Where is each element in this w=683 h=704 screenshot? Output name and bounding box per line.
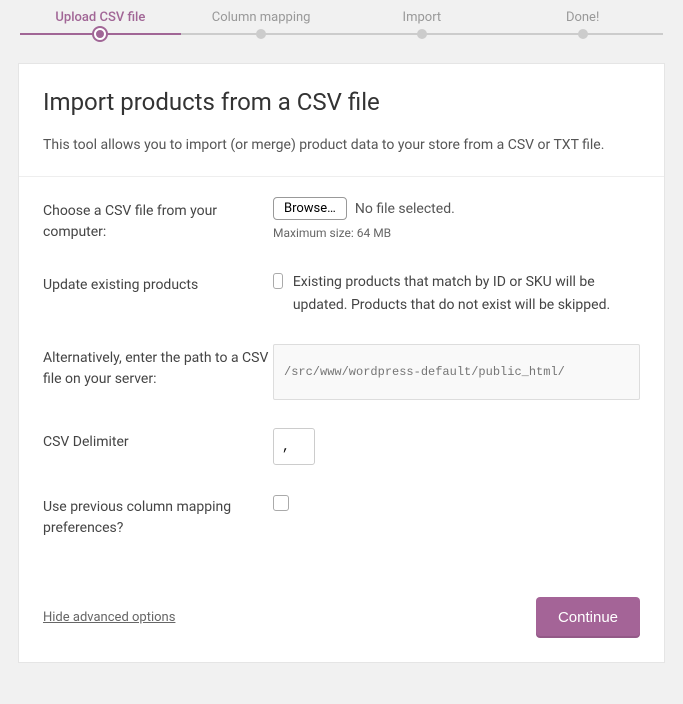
server-path-input[interactable] [273, 344, 640, 400]
row-delimiter: CSV Delimiter [43, 428, 640, 465]
panel-footer: Hide advanced options Continue [19, 577, 664, 662]
continue-button[interactable]: Continue [536, 597, 640, 638]
row-choose-file: Choose a CSV file from your computer: Br… [43, 197, 640, 243]
progress-step-import: Import [342, 10, 503, 43]
update-existing-label: Update existing products [43, 271, 273, 296]
progress-step-upload: Upload CSV file [20, 10, 181, 43]
row-update-existing: Update existing products Existing produc… [43, 271, 640, 316]
page-title: Import products from a CSV file [43, 88, 640, 116]
row-server-path: Alternatively, enter the path to a CSV f… [43, 344, 640, 400]
progress-step-label: Done! [566, 10, 599, 25]
delimiter-label: CSV Delimiter [43, 428, 273, 453]
delimiter-input[interactable] [273, 428, 315, 465]
file-status: No file selected. [355, 201, 455, 217]
progress-step-label: Column mapping [212, 10, 311, 25]
progress-dot-icon [256, 29, 266, 39]
progress-dot-icon [417, 29, 427, 39]
toggle-advanced-options[interactable]: Hide advanced options [43, 610, 175, 625]
progress-step-label: Import [403, 10, 442, 25]
server-path-label: Alternatively, enter the path to a CSV f… [43, 344, 273, 390]
progress-step-done: Done! [502, 10, 663, 43]
progress-bar: Upload CSV file Column mapping Import Do… [0, 0, 683, 43]
choose-file-label: Choose a CSV file from your computer: [43, 197, 273, 243]
progress-dot-icon [94, 28, 106, 40]
max-size-hint: Maximum size: 64 MB [273, 226, 640, 240]
page-description: This tool allows you to import (or merge… [43, 134, 640, 156]
previous-mapping-label: Use previous column mapping preferences? [43, 493, 273, 539]
update-existing-description: Existing products that match by ID or SK… [293, 271, 640, 316]
row-previous-mapping: Use previous column mapping preferences? [43, 493, 640, 539]
progress-dot-icon [578, 29, 588, 39]
browse-button[interactable]: Browse… [273, 197, 347, 220]
update-existing-checkbox[interactable] [273, 273, 283, 289]
previous-mapping-checkbox[interactable] [273, 495, 289, 511]
progress-step-label: Upload CSV file [55, 10, 145, 25]
panel-header: Import products from a CSV file This too… [19, 64, 664, 177]
progress-step-mapping: Column mapping [181, 10, 342, 43]
import-panel: Import products from a CSV file This too… [18, 63, 665, 663]
form-body: Choose a CSV file from your computer: Br… [19, 177, 664, 577]
